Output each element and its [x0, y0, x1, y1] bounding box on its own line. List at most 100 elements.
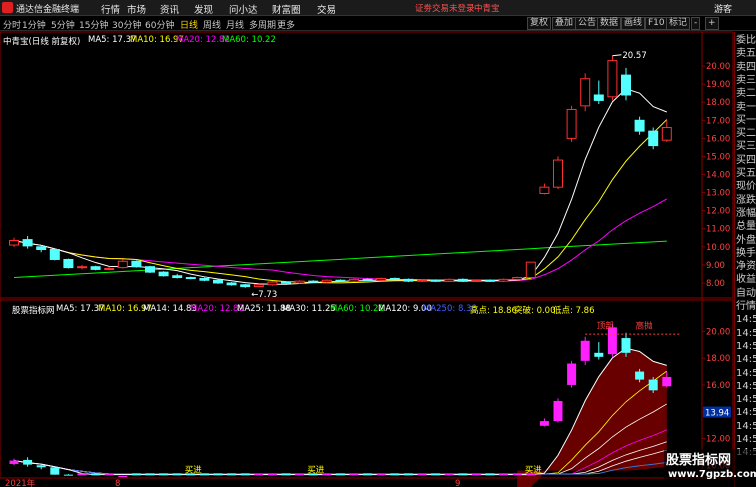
candle-body: [525, 261, 536, 279]
candle-body: [36, 246, 47, 251]
lower-candle-body: [91, 473, 101, 476]
lower-candle-body: [499, 473, 509, 476]
candle-body: [321, 279, 332, 283]
candle-body: [607, 60, 618, 98]
buy-label: 买进: [525, 466, 543, 476]
lower-candle-body: [267, 473, 277, 476]
lower-candle-body: [335, 473, 345, 476]
side-panel-item: 净资: [736, 261, 756, 273]
side-panel-item: 买四: [736, 154, 756, 166]
ma10-line: [13, 119, 668, 284]
lower-legend-2: MA14: 14.83: [143, 304, 197, 314]
upper-y-tick: 18.00: [706, 98, 730, 108]
side-panel-item: 现价: [736, 181, 756, 193]
candle-body: [308, 280, 319, 283]
x-label-month8: 8: [115, 479, 120, 487]
lower-candle-body: [431, 473, 441, 476]
lower-candle-body: [417, 473, 427, 476]
lower-candle-body: [254, 473, 264, 476]
ma60-line: [13, 240, 667, 279]
lower-candle-body: [662, 376, 672, 387]
side-panel-item: 14:50: [736, 340, 756, 352]
lower-y-tick: 16.00: [706, 381, 730, 391]
upper-panel-title: 中青宝(日线 前复权): [3, 37, 81, 47]
lower-candle-body: [471, 473, 481, 476]
lower-candle-body: [485, 473, 495, 476]
price-box-value: 13.94: [705, 409, 729, 419]
candle-body: [457, 278, 468, 282]
upper-y-tick: 15.00: [706, 152, 730, 162]
candle-body: [335, 279, 346, 282]
candle-body: [281, 281, 291, 284]
candle-body: [648, 130, 659, 147]
lower-candle-body: [621, 338, 631, 353]
side-panel-item: 收益: [736, 274, 756, 286]
candle-body: [240, 284, 251, 288]
lower-legend-11: 低点: 7.86: [553, 306, 595, 316]
candle-body: [226, 282, 237, 286]
side-panel-item: 卖四: [736, 61, 756, 73]
kline-chart[interactable]: 20.00 19.00 18.00 17.00 16.00 15.00 14.00 13.00…: [0, 0, 756, 487]
side-panel-item: 14:50: [736, 380, 756, 392]
candle-body: [389, 277, 400, 280]
lower-candle-body: [376, 473, 386, 476]
lower-y-tick: 18.00: [706, 354, 730, 364]
candle-body: [253, 284, 264, 288]
candle-body: [117, 260, 128, 269]
candle-body: [661, 127, 672, 141]
lower-candle-body: [50, 467, 60, 475]
watermark-title: 股票指标网: [666, 453, 732, 468]
candle-body: [185, 277, 196, 280]
upper-y-tick: 19.00: [706, 80, 730, 90]
quote-side-panel: 委比 卖五 卖四 卖三 卖二 卖一 买一 买二 买三 买四 买五 现价 涨跌 涨幅 总量 外盘 换手 净资 收益 自动…: [734, 32, 756, 487]
lower-legend-3: MA20: 12.82: [190, 304, 244, 314]
lower-candle-body: [390, 473, 400, 476]
upper-y-tick: 16.00: [706, 134, 730, 144]
lower-candle-body: [512, 473, 522, 476]
low-annotation: ←7.73: [251, 290, 277, 300]
candle-body: [294, 280, 305, 284]
candle-body: [213, 279, 223, 284]
side-panel-item: 换手: [736, 247, 756, 259]
lower-legend-9: 高点: 18.86: [470, 306, 517, 316]
candle-body: [63, 258, 74, 269]
candle-body: [362, 278, 373, 281]
upper-y-tick: 20.00: [706, 62, 730, 72]
candle-body: [485, 279, 495, 282]
lower-legend-10: 突破: 0.00: [514, 306, 556, 316]
side-panel-item: 自动: [736, 287, 756, 299]
candle-body: [580, 78, 591, 107]
candle-body: [553, 159, 563, 188]
upper-y-tick: 9.00: [706, 261, 725, 271]
side-panel-item: 总量: [736, 221, 756, 233]
side-panel-item: 卖五: [736, 48, 756, 60]
side-panel-item: 14:50: [736, 420, 756, 432]
lower-candle-body: [553, 401, 563, 422]
lower-candle-body: [118, 476, 128, 477]
side-panel-item: 卖二: [736, 88, 756, 100]
candle-body: [634, 119, 645, 132]
top-signal-label: 顶部: [597, 321, 615, 332]
candle-body: [172, 275, 183, 279]
candle-body: [376, 277, 387, 281]
upper-y-tick: 14.00: [706, 171, 730, 181]
candle-body: [104, 268, 115, 271]
candle-body: [593, 94, 604, 101]
lower-candle-body: [363, 473, 373, 476]
upper-y-tick: 11.00: [706, 225, 730, 235]
side-panel-item: 委比: [736, 35, 756, 46]
candle-body: [498, 278, 509, 282]
upper-y-tick: 12.00: [706, 207, 730, 217]
side-panel-item: 买三: [736, 141, 756, 153]
candle-body: [539, 186, 550, 194]
lower-candle-body: [172, 473, 182, 476]
side-panel-item: 卖一: [736, 101, 756, 113]
side-panel-item: 14:50: [736, 434, 756, 445]
lower-legend-6: MA60: 10.22: [330, 304, 384, 314]
upper-y-tick: 8.00: [706, 279, 725, 289]
side-panel-item: 14:50: [736, 367, 756, 379]
side-panel-item: 14:50: [736, 314, 756, 326]
candle-body: [349, 278, 359, 282]
lower-candle-body: [36, 465, 46, 468]
lower-y-tick: 12.00: [706, 435, 730, 445]
